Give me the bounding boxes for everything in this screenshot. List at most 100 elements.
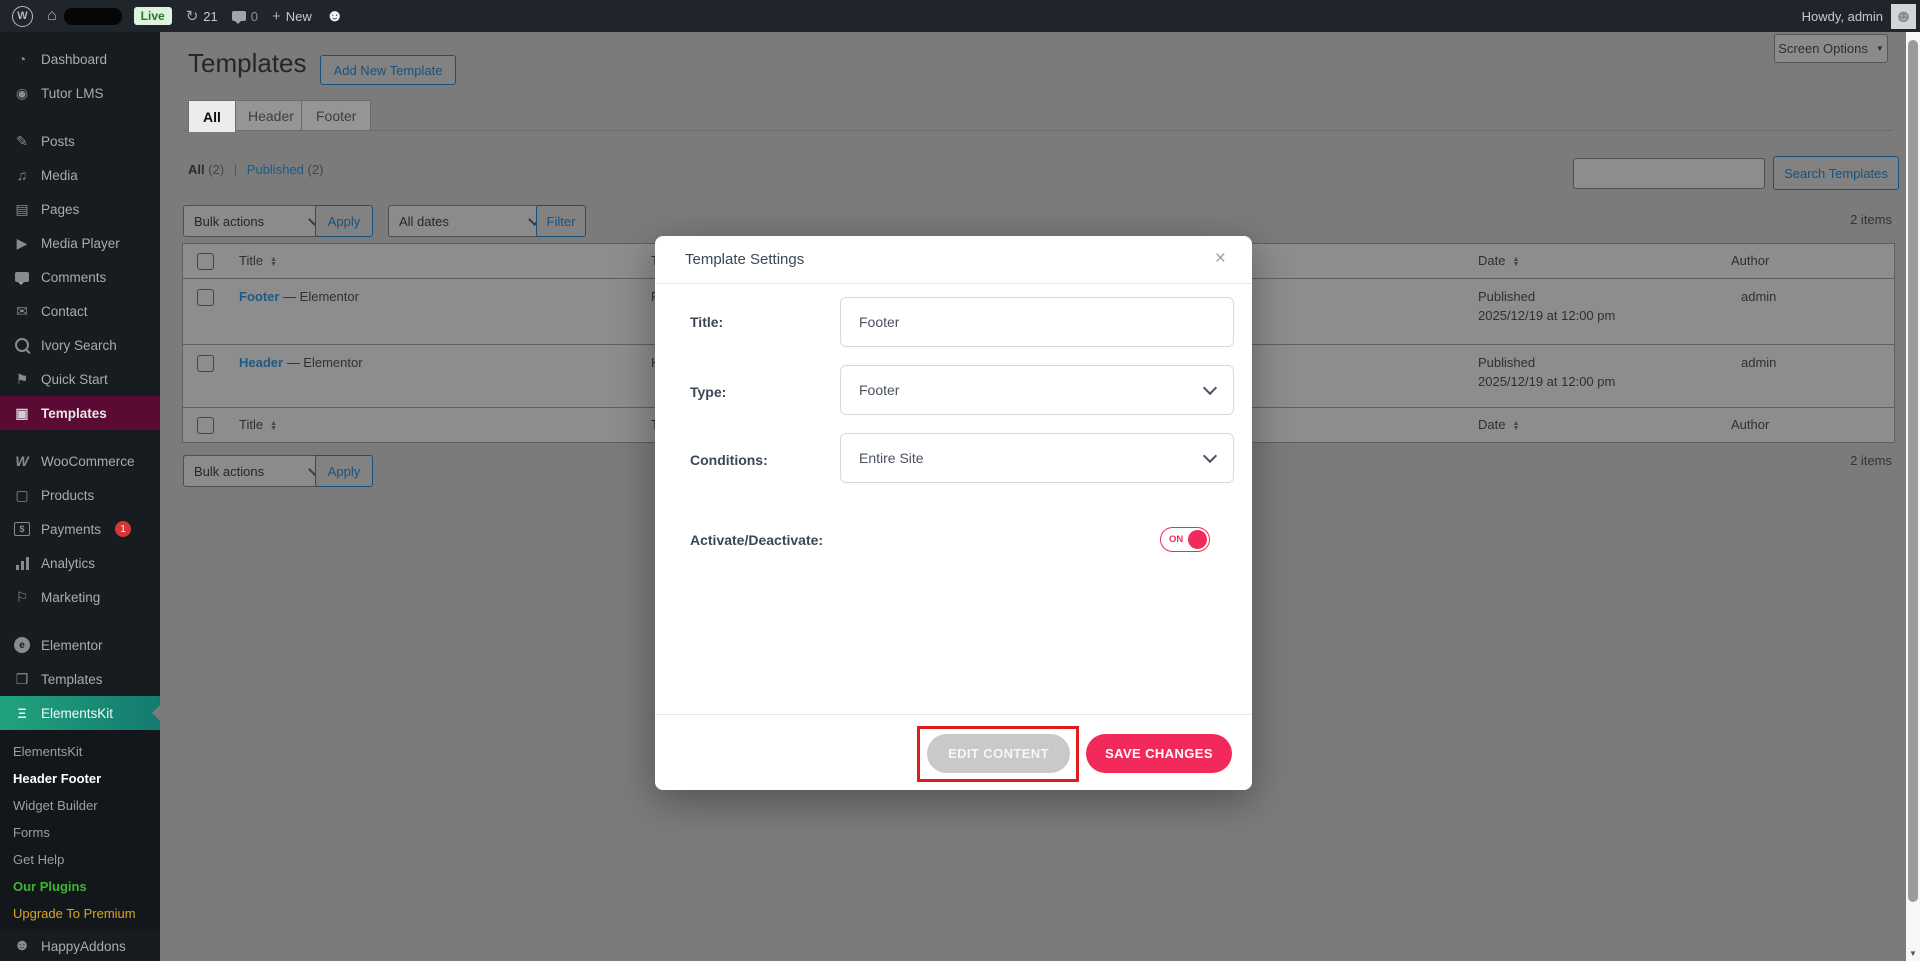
type-field-label: Type: xyxy=(690,384,726,400)
select-all-checkbox[interactable] xyxy=(197,417,214,434)
howdy-admin[interactable]: Howdy, admin xyxy=(1802,9,1883,24)
sidebar-item-payments[interactable]: $ Payments 1 xyxy=(0,512,160,546)
happyaddons-menu[interactable]: ☻ xyxy=(326,6,344,26)
sidebar-item-elementor-templates[interactable]: ❒ Templates xyxy=(0,662,160,696)
filter-button[interactable]: Filter xyxy=(536,205,586,237)
template-title-link[interactable]: Header xyxy=(239,355,283,370)
column-header-date[interactable]: Date▲▼ xyxy=(1478,417,1519,432)
apply-button[interactable]: Apply xyxy=(315,205,373,237)
updates-count: 21 xyxy=(203,9,217,24)
sidebar-item-analytics[interactable]: Analytics xyxy=(0,546,160,580)
bulk-actions-select[interactable]: Bulk actions xyxy=(183,205,330,237)
view-published-count: (2) xyxy=(308,162,324,177)
close-icon[interactable]: × xyxy=(1215,248,1226,270)
sidebar-item-pages[interactable]: ▤ Pages xyxy=(0,192,160,226)
select-all-checkbox[interactable] xyxy=(197,253,214,270)
search-input[interactable] xyxy=(1573,158,1765,189)
elementor-icon: e xyxy=(13,637,31,653)
row-author-link[interactable]: admin xyxy=(1741,355,1776,370)
tab-all[interactable]: All xyxy=(188,100,236,132)
sidebar-item-templates-current[interactable]: ▣ Templates xyxy=(0,396,160,430)
updates-menu[interactable]: ↻ 21 xyxy=(186,7,218,25)
row-checkbox[interactable] xyxy=(197,355,214,372)
sidebar-item-ivory-search[interactable]: Ivory Search xyxy=(0,328,160,362)
scrollbar-down-arrow[interactable]: ▼ xyxy=(1906,949,1920,958)
column-header-author: Author xyxy=(1731,417,1769,432)
submenu-item-upgrade-premium[interactable]: Upgrade To Premium xyxy=(0,900,160,927)
row-date: 2025/12/19 at 12:00 pm xyxy=(1478,374,1615,389)
sidebar-item-quick-start[interactable]: ⚑ Quick Start xyxy=(0,362,160,396)
comments-icon xyxy=(13,272,31,282)
avatar[interactable]: ☻ xyxy=(1891,4,1916,29)
sidebar-item-elementskit-current[interactable]: Ξ ElementsKit xyxy=(0,696,160,730)
view-published-link[interactable]: Published xyxy=(247,162,304,177)
column-header-title[interactable]: Title▲▼ xyxy=(239,253,277,268)
quick-start-icon: ⚑ xyxy=(13,371,31,388)
activate-toggle[interactable]: ON xyxy=(1160,527,1210,552)
column-header-date[interactable]: Date▲▼ xyxy=(1478,253,1519,268)
save-changes-button[interactable]: SAVE CHANGES xyxy=(1086,734,1232,773)
template-settings-modal: Template Settings × Title: Footer Type: … xyxy=(655,236,1252,790)
wordpress-admin-screen: W ⌂ Live ↻ 21 0 + New ☻ Howdy, admin ☻ xyxy=(0,0,1920,961)
sidebar-item-products[interactable]: ▢ Products xyxy=(0,478,160,512)
sidebar-item-label: Tutor LMS xyxy=(41,86,104,101)
submenu-item-get-help[interactable]: Get Help xyxy=(0,846,160,873)
toggle-knob xyxy=(1188,530,1207,549)
all-dates-select[interactable]: All dates xyxy=(388,205,550,237)
sidebar-item-label: Elementor xyxy=(41,638,103,653)
row-checkbox[interactable] xyxy=(197,289,214,306)
site-menu[interactable]: ⌂ xyxy=(47,7,122,25)
sidebar-item-label: HappyAddons xyxy=(41,939,126,954)
dashboard-icon: ◔ xyxy=(13,51,31,67)
sidebar-item-marketing[interactable]: ⚐ Marketing xyxy=(0,580,160,614)
sidebar-item-posts[interactable]: ✎ Posts xyxy=(0,124,160,158)
submenu-item-widget-builder[interactable]: Widget Builder xyxy=(0,792,160,819)
column-header-title[interactable]: Title▲▼ xyxy=(239,417,277,432)
submenu-item-elementskit[interactable]: ElementsKit xyxy=(0,738,160,765)
sidebar-item-elementor[interactable]: e Elementor xyxy=(0,628,160,662)
tutor-lms-icon: ◉ xyxy=(13,85,31,102)
new-label: New xyxy=(286,9,312,24)
analytics-icon xyxy=(13,557,31,570)
submenu-item-our-plugins[interactable]: Our Plugins xyxy=(0,873,160,900)
view-all-link[interactable]: All xyxy=(188,162,205,177)
sidebar-item-woocommerce[interactable]: W WooCommerce xyxy=(0,444,160,478)
template-title-input[interactable]: Footer xyxy=(840,297,1234,347)
template-conditions-select[interactable]: Entire Site xyxy=(840,433,1234,483)
screen-options-button[interactable]: Screen Options ▼ xyxy=(1774,34,1888,63)
comments-menu[interactable]: 0 xyxy=(232,9,258,24)
template-type-select[interactable]: Footer xyxy=(840,365,1234,415)
sidebar-item-dashboard[interactable]: ◔ Dashboard xyxy=(0,42,160,76)
apply-button-bottom[interactable]: Apply xyxy=(315,455,373,487)
submenu-item-forms[interactable]: Forms xyxy=(0,819,160,846)
sidebar-item-comments[interactable]: Comments xyxy=(0,260,160,294)
items-count-bottom: 2 items xyxy=(1850,453,1892,468)
sidebar-item-media[interactable]: ♫ Media xyxy=(0,158,160,192)
tab-footer[interactable]: Footer xyxy=(301,100,371,130)
tabs-divider xyxy=(182,130,1893,131)
add-new-template-button[interactable]: Add New Template xyxy=(320,55,456,85)
sidebar-item-label: Ivory Search xyxy=(41,338,117,353)
bulk-actions-select-bottom[interactable]: Bulk actions xyxy=(183,455,330,487)
new-content-menu[interactable]: + New xyxy=(272,8,312,25)
submenu-item-header-footer[interactable]: Header Footer xyxy=(0,765,160,792)
sidebar-item-contact[interactable]: ✉ Contact xyxy=(0,294,160,328)
wordpress-logo-icon[interactable]: W xyxy=(12,6,33,27)
sidebar-item-happyaddons[interactable]: ☻ HappyAddons xyxy=(0,929,160,961)
media-player-icon: ▶ xyxy=(13,235,31,252)
live-badge: Live xyxy=(134,7,172,25)
view-filter-links: All (2) | Published (2) xyxy=(188,162,323,177)
page-scrollbar[interactable]: ▼ xyxy=(1906,32,1920,961)
plus-icon: + xyxy=(272,8,281,25)
sidebar-item-tutor-lms[interactable]: ◉ Tutor LMS xyxy=(0,76,160,110)
sidebar-item-media-player[interactable]: ▶ Media Player xyxy=(0,226,160,260)
sidebar-item-label: Templates xyxy=(41,672,103,687)
happyaddons-icon: ☻ xyxy=(326,6,344,26)
toggle-on-label: ON xyxy=(1169,534,1183,545)
search-templates-button[interactable]: Search Templates xyxy=(1773,156,1899,190)
tab-header[interactable]: Header xyxy=(233,100,309,130)
template-title-link[interactable]: Footer xyxy=(239,289,279,304)
edit-content-button[interactable]: EDIT CONTENT xyxy=(927,734,1070,773)
row-author-link[interactable]: admin xyxy=(1741,289,1776,304)
scrollbar-thumb[interactable] xyxy=(1908,40,1918,902)
